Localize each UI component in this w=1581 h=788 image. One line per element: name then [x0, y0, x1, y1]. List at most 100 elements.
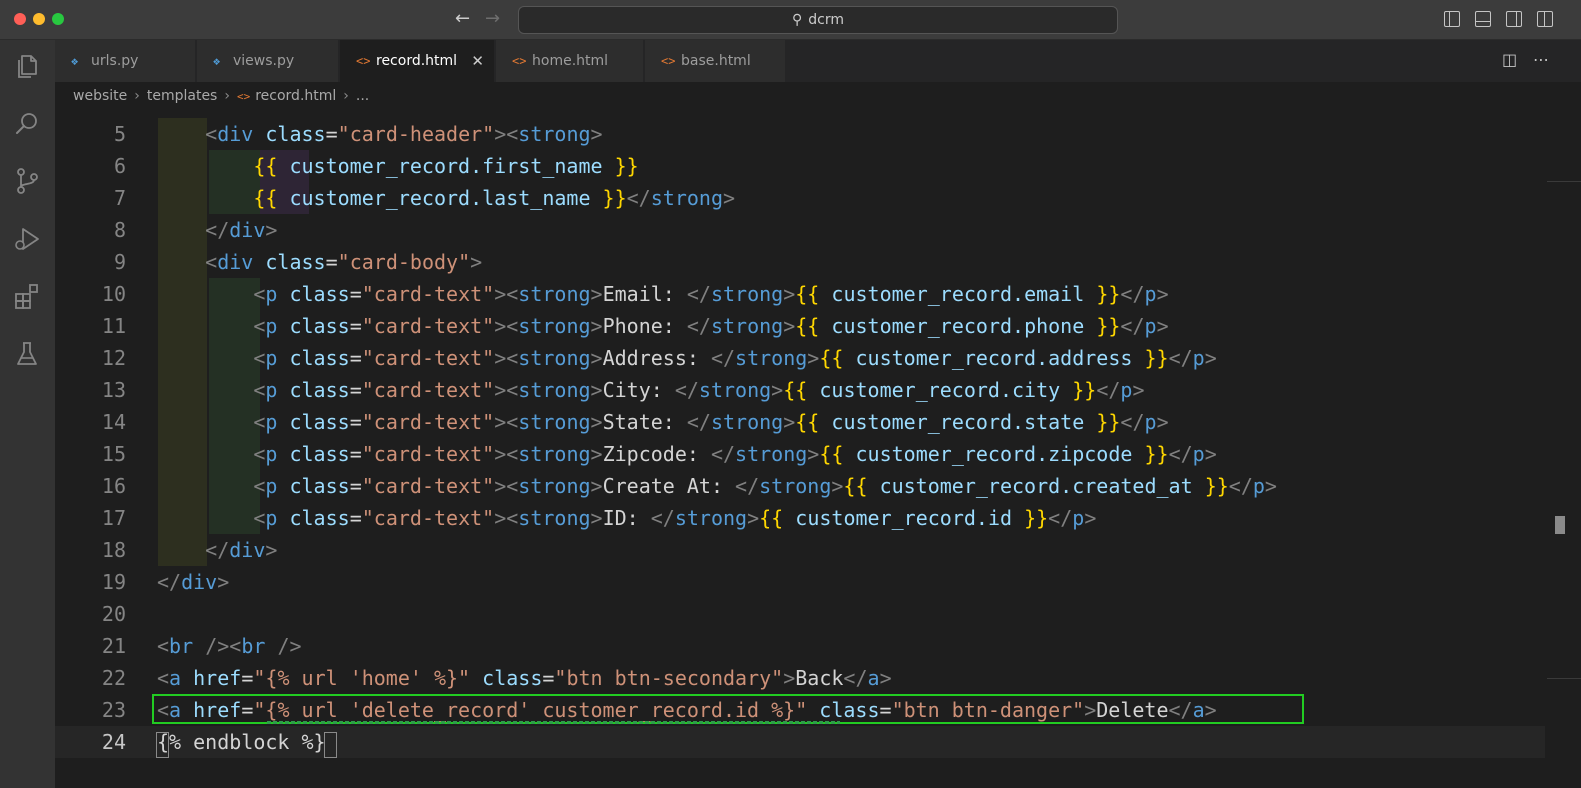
- code-line[interactable]: 21 <br /><br />: [55, 630, 1545, 662]
- code-line[interactable]: 10 <p class="card-text"><strong>Email: <…: [55, 278, 1545, 310]
- tag-token: strong: [710, 314, 784, 338]
- bracket-token: </: [626, 186, 651, 210]
- back-arrow-icon[interactable]: ←: [455, 8, 470, 30]
- tag-token: div: [217, 122, 254, 146]
- template-delimiter-token: {{: [253, 186, 278, 210]
- code-line[interactable]: 16 <p class="card-text"><strong>Create A…: [55, 470, 1545, 502]
- code-line[interactable]: 7 {{ customer_record.last_name }}</stron…: [55, 182, 1545, 214]
- explorer-icon[interactable]: [13, 52, 41, 80]
- python-file-icon: ❖: [71, 54, 79, 68]
- code-line[interactable]: 24 {% endblock %}: [55, 726, 1545, 758]
- bracket-token: </: [1228, 474, 1253, 498]
- code-line[interactable]: 12 <p class="card-text"><strong>Address:…: [55, 342, 1545, 374]
- line-number: 19: [101, 570, 126, 594]
- code-line[interactable]: 11 <p class="card-text"><strong>Phone: <…: [55, 310, 1545, 342]
- tab-home-html[interactable]: <> home.html: [496, 40, 644, 82]
- template-delimiter-token: {{: [253, 154, 278, 178]
- close-tab-icon[interactable]: ✕: [471, 40, 484, 82]
- code-editor[interactable]: 5 <div class="card-header"><strong> 6 {{ …: [55, 110, 1581, 788]
- code-line[interactable]: 20: [55, 598, 1545, 630]
- tag-token: p: [1120, 378, 1133, 402]
- variable-token: customer_record.zipcode: [855, 442, 1133, 466]
- toggle-secondary-sidebar-icon[interactable]: [1506, 11, 1522, 27]
- bracket-token: <: [506, 410, 519, 434]
- tab-views-py[interactable]: ❖ views.py: [197, 40, 339, 82]
- breadcrumb-symbol[interactable]: ...: [356, 88, 369, 104]
- tag-token: p: [265, 442, 278, 466]
- attribute-token: class: [265, 250, 326, 274]
- html-file-icon: <>: [236, 90, 251, 103]
- testing-icon[interactable]: [13, 340, 41, 368]
- bracket-token: />: [277, 634, 302, 658]
- minimize-window-button[interactable]: [33, 13, 45, 25]
- code-line[interactable]: 17 <p class="card-text"><strong>ID: </st…: [55, 502, 1545, 534]
- more-actions-icon[interactable]: ⋯: [1533, 50, 1549, 70]
- bracket-token: </: [735, 474, 760, 498]
- tag-token: strong: [518, 346, 591, 370]
- tab-label: views.py: [233, 53, 295, 69]
- chevron-right-icon: ›: [343, 88, 349, 104]
- code-line[interactable]: 19 </div>: [55, 566, 1545, 598]
- forward-arrow-icon[interactable]: →: [485, 8, 500, 30]
- html-file-icon: <>: [512, 54, 527, 68]
- bracket-token: >: [590, 346, 603, 370]
- split-editor-icon[interactable]: ◫: [1502, 50, 1517, 70]
- text-token: =: [349, 474, 362, 498]
- template-delimiter-token: }}: [1072, 378, 1097, 402]
- extensions-icon[interactable]: [13, 282, 41, 310]
- bracket-token: >: [1156, 282, 1169, 306]
- bracket-token: <: [253, 314, 266, 338]
- run-debug-icon[interactable]: [13, 225, 41, 253]
- code-line[interactable]: 5 <div class="card-header"><strong>: [55, 118, 1545, 150]
- toggle-primary-sidebar-icon[interactable]: [1444, 11, 1460, 27]
- code-line[interactable]: 22 <a href="{% url 'home' %}" class="btn …: [55, 662, 1545, 694]
- command-center-search[interactable]: ⚲ dcrm: [518, 6, 1118, 34]
- tab-urls-py[interactable]: ❖ urls.py: [55, 40, 196, 82]
- code-line[interactable]: 14 <p class="card-text"><strong>State: <…: [55, 406, 1545, 438]
- tag-token: strong: [518, 442, 591, 466]
- tab-label: base.html: [681, 53, 751, 69]
- overview-ruler-line: [1547, 678, 1581, 679]
- text-token: Address:: [602, 346, 711, 370]
- bracket-match-box: [324, 732, 337, 758]
- close-window-button[interactable]: [14, 13, 26, 25]
- breadcrumb-file[interactable]: record.html: [255, 88, 336, 104]
- code-line[interactable]: 6 {{ customer_record.first_name }}: [55, 150, 1545, 182]
- variable-token: customer_record.state: [831, 410, 1085, 434]
- toggle-panel-icon[interactable]: [1475, 11, 1491, 27]
- customize-layout-icon[interactable]: [1537, 11, 1553, 27]
- zoom-window-button[interactable]: [52, 13, 64, 25]
- tab-base-html[interactable]: <> base.html: [645, 40, 786, 82]
- bracket-token: >: [590, 442, 603, 466]
- html-file-icon: <>: [356, 54, 371, 68]
- code-line[interactable]: 13 <p class="card-text"><strong>City: </…: [55, 374, 1545, 406]
- search-icon[interactable]: [13, 110, 41, 138]
- bracket-token: </: [686, 282, 711, 306]
- code-line[interactable]: 9 <div class="card-body">: [55, 246, 1545, 278]
- attribute-token: class: [289, 474, 350, 498]
- template-delimiter-token: }}: [614, 154, 639, 178]
- tag-token: p: [265, 314, 278, 338]
- code-line[interactable]: 15 <p class="card-text"><strong>Zipcode:…: [55, 438, 1545, 470]
- scrollbar-marker[interactable]: [1555, 516, 1565, 534]
- bracket-token: >: [494, 346, 507, 370]
- code-line[interactable]: 8 </div>: [55, 214, 1545, 246]
- breadcrumb-templates[interactable]: templates: [147, 88, 218, 104]
- tag-token: p: [1072, 506, 1085, 530]
- activity-bar: [0, 40, 55, 788]
- source-control-icon[interactable]: [13, 167, 41, 195]
- breadcrumb-website[interactable]: website: [73, 88, 127, 104]
- text-token: =: [349, 378, 362, 402]
- bracket-token: >: [590, 378, 603, 402]
- tab-record-html[interactable]: <> record.html ✕: [340, 40, 495, 82]
- line-number: 6: [113, 154, 126, 178]
- code-line[interactable]: 18 </div>: [55, 534, 1545, 566]
